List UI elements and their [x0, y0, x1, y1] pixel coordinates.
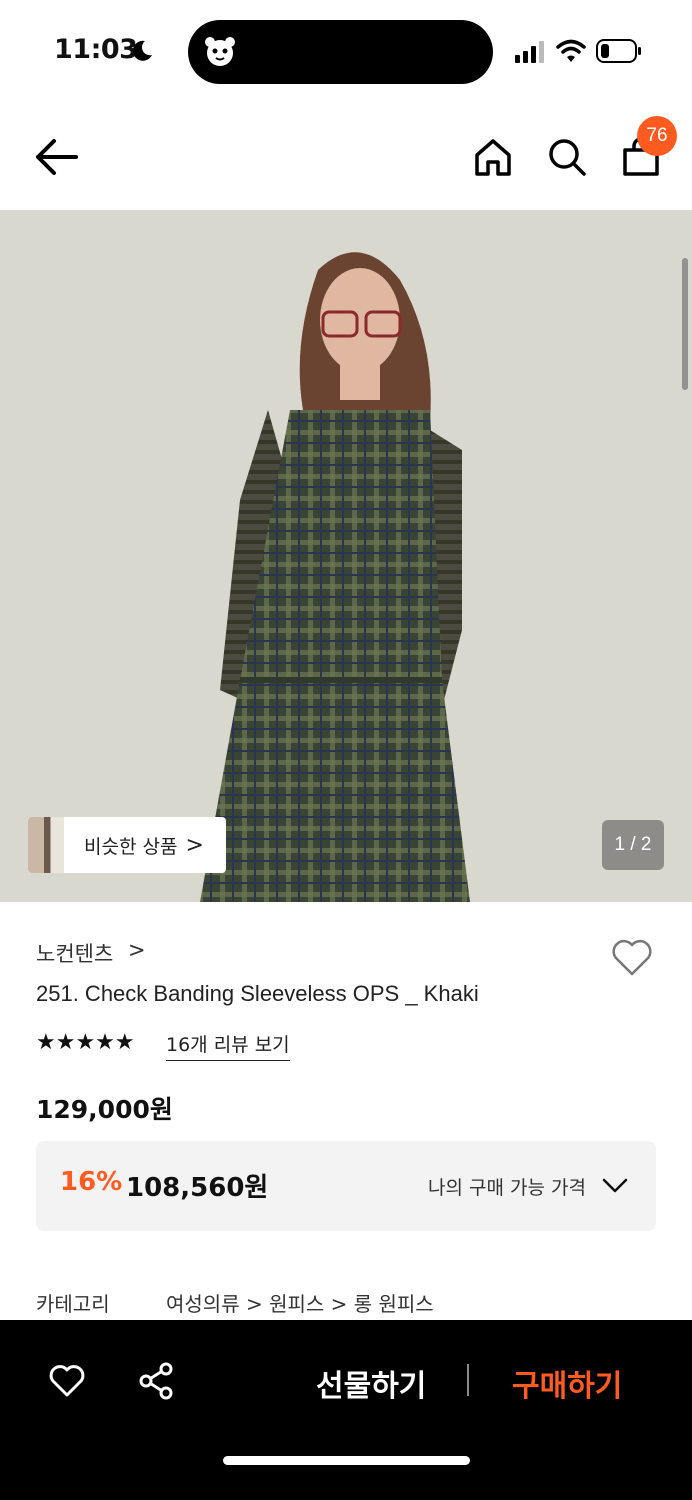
top-nav: 76: [0, 100, 692, 210]
dynamic-island: [188, 20, 493, 84]
battery-icon: [596, 39, 641, 63]
brand-chevron-icon[interactable]: >: [128, 938, 146, 962]
scroll-indicator[interactable]: [682, 258, 688, 390]
sale-price: 108,560원: [126, 1173, 269, 1203]
search-icon[interactable]: [546, 136, 588, 178]
home-indicator: [223, 1456, 470, 1465]
status-bar: 11:03: [0, 0, 692, 100]
rating-stars: ★★★★★: [36, 1030, 135, 1055]
cart-count-badge: 76: [637, 116, 677, 156]
chevron-down-icon[interactable]: [602, 1177, 628, 1195]
product-image[interactable]: 비슷한 상품 > 1 / 2: [0, 210, 692, 902]
category-label: 카테고리: [36, 1292, 110, 1316]
buy-button[interactable]: 구매하기: [512, 1361, 622, 1405]
my-price-label: 나의 구매 가능 가격: [428, 1177, 586, 1199]
gift-button[interactable]: 선물하기: [316, 1361, 426, 1405]
chevron-right-icon: >: [185, 832, 204, 858]
status-time: 11:03: [54, 34, 138, 65]
discount-rate: 16%: [60, 1167, 123, 1197]
app-logo-icon: [205, 37, 235, 66]
back-arrow-icon[interactable]: [30, 136, 82, 178]
similar-thumbnail: [28, 817, 64, 873]
similar-products-button[interactable]: 비슷한 상품 >: [28, 817, 226, 873]
product-photo: [0, 210, 692, 902]
moon-icon: [132, 40, 152, 61]
similar-products-label: 비슷한 상품: [84, 835, 178, 858]
review-link[interactable]: 16개 리뷰 보기: [166, 1030, 290, 1061]
original-price: 129,000원: [36, 1095, 173, 1124]
heart-icon[interactable]: [610, 936, 654, 978]
product-title: 251. Check Banding Sleeveless OPS _ Khak…: [36, 981, 479, 1006]
share-icon[interactable]: [138, 1362, 176, 1400]
image-page-counter: 1 / 2: [602, 820, 664, 870]
home-icon[interactable]: [472, 136, 514, 178]
heart-icon[interactable]: [48, 1362, 86, 1398]
brand-link[interactable]: 노컨텐츠: [36, 938, 113, 968]
bottom-action-bar: 선물하기 구매하기: [0, 1320, 692, 1500]
my-price-box[interactable]: 16% 108,560원 나의 구매 가능 가격: [36, 1141, 656, 1231]
divider: [467, 1364, 469, 1396]
category-breadcrumb[interactable]: 여성의류 > 원피스 > 롱 원피스: [166, 1288, 434, 1317]
wifi-icon: [556, 39, 586, 62]
signal-icon: [515, 41, 544, 63]
